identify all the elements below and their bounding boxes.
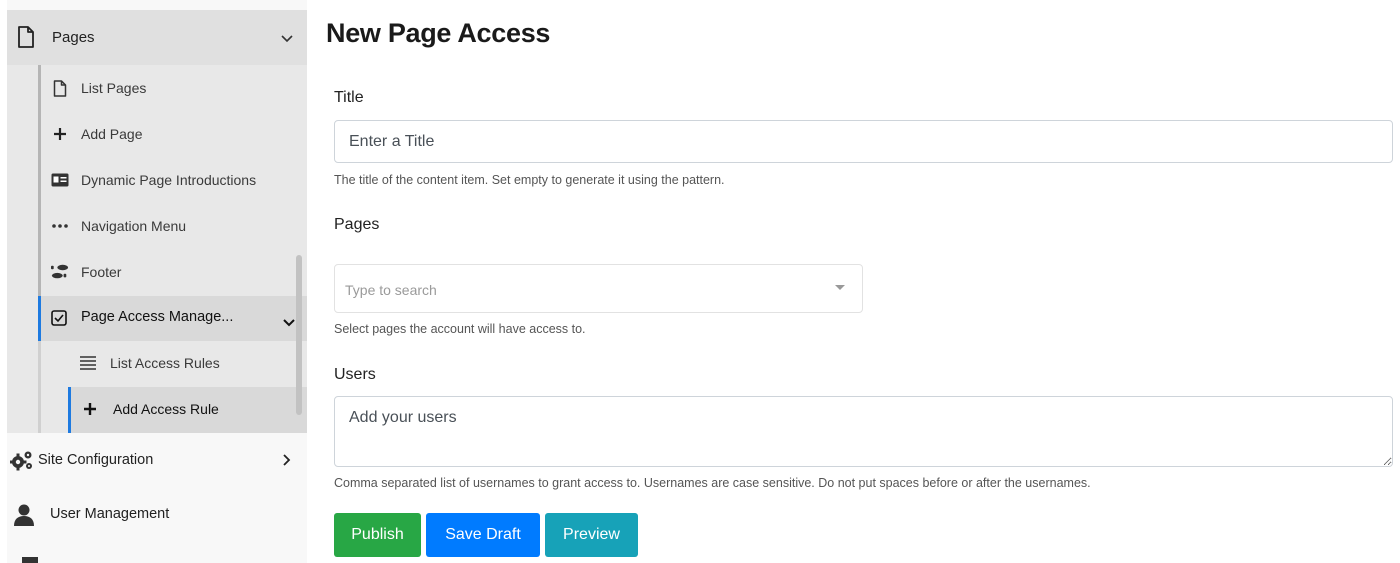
sidebar-item-site-configuration[interactable]: Site Configuration [0, 436, 307, 486]
pages-select[interactable]: Type to search [334, 264, 863, 313]
sidebar-item-label: Add Access Rule [113, 401, 219, 417]
user-icon [14, 504, 34, 530]
sidebar-item-dynamic-page-introductions[interactable]: Dynamic Page Introductions [41, 157, 295, 203]
sidebar-item-page-access-management[interactable]: Page Access Manage... [38, 296, 307, 341]
users-textarea[interactable] [334, 396, 1393, 467]
gears-icon [9, 450, 34, 476]
sidebar-item-label: List Access Rules [110, 355, 220, 371]
page-title: New Page Access [326, 18, 551, 48]
sidebar-item-label: Footer [81, 264, 122, 280]
chevron-down-icon [283, 314, 295, 332]
sidebar-item-label: Navigation Menu [81, 218, 187, 234]
submenu-rail-lower [38, 341, 41, 433]
pages-field-hint: Select pages the account will have acces… [334, 322, 586, 336]
sidebar-item-label: Add Page [81, 126, 143, 142]
ellipsis-icon [51, 217, 69, 235]
sidebar-item-list-pages[interactable]: List Pages [41, 65, 295, 111]
sidebar-item-label: Pages [52, 29, 95, 46]
title-field-label: Title [334, 89, 364, 106]
sidebar-next-item-icon [22, 557, 38, 563]
sidebar-item-label: User Management [50, 506, 170, 522]
id-card-icon [51, 171, 69, 189]
plus-icon [51, 125, 69, 143]
sidebar-item-list-access-rules[interactable]: List Access Rules [68, 341, 307, 387]
caret-down-icon [835, 285, 845, 290]
list-icon [80, 356, 96, 373]
check-square-icon [51, 310, 67, 331]
title-field-hint: The title of the content item. Set empty… [334, 173, 725, 187]
pages-select-placeholder: Type to search [345, 282, 437, 298]
sidebar-item-navigation-menu[interactable]: Navigation Menu [41, 203, 295, 249]
main-content: New Page Access Title The title of the c… [326, 0, 1394, 563]
plus-icon [83, 402, 97, 419]
chevron-right-icon [283, 454, 291, 470]
sidebar-item-label: Dynamic Page Introductions [81, 172, 257, 188]
chevron-down-icon [281, 30, 293, 48]
file-icon [51, 79, 69, 97]
file-icon [17, 26, 35, 53]
sidebar-item-label: Page Access Manage... [81, 309, 234, 325]
pages-field-label: Pages [334, 216, 380, 233]
shoe-prints-icon [51, 263, 69, 281]
users-field-label: Users [334, 366, 376, 383]
sidebar-item-footer[interactable]: Footer [41, 249, 295, 295]
sidebar-item-pages[interactable]: Pages [7, 10, 307, 65]
sidebar: Pages List Pages Add Page Dynamic Page I… [0, 0, 307, 563]
sidebar-item-user-management[interactable]: User Management [0, 490, 307, 540]
sidebar-item-add-page[interactable]: Add Page [41, 111, 295, 157]
title-input[interactable] [334, 120, 1393, 163]
sidebar-item-label: Site Configuration [38, 452, 154, 468]
sidebar-scrollbar[interactable] [296, 255, 302, 415]
sidebar-item-add-access-rule[interactable]: Add Access Rule [68, 387, 307, 433]
save-draft-button[interactable]: Save Draft [426, 513, 540, 557]
preview-button[interactable]: Preview [545, 513, 638, 557]
sidebar-item-label: List Pages [81, 80, 147, 96]
users-field-hint: Comma separated list of usernames to gra… [334, 476, 1091, 490]
publish-button[interactable]: Publish [334, 513, 421, 557]
